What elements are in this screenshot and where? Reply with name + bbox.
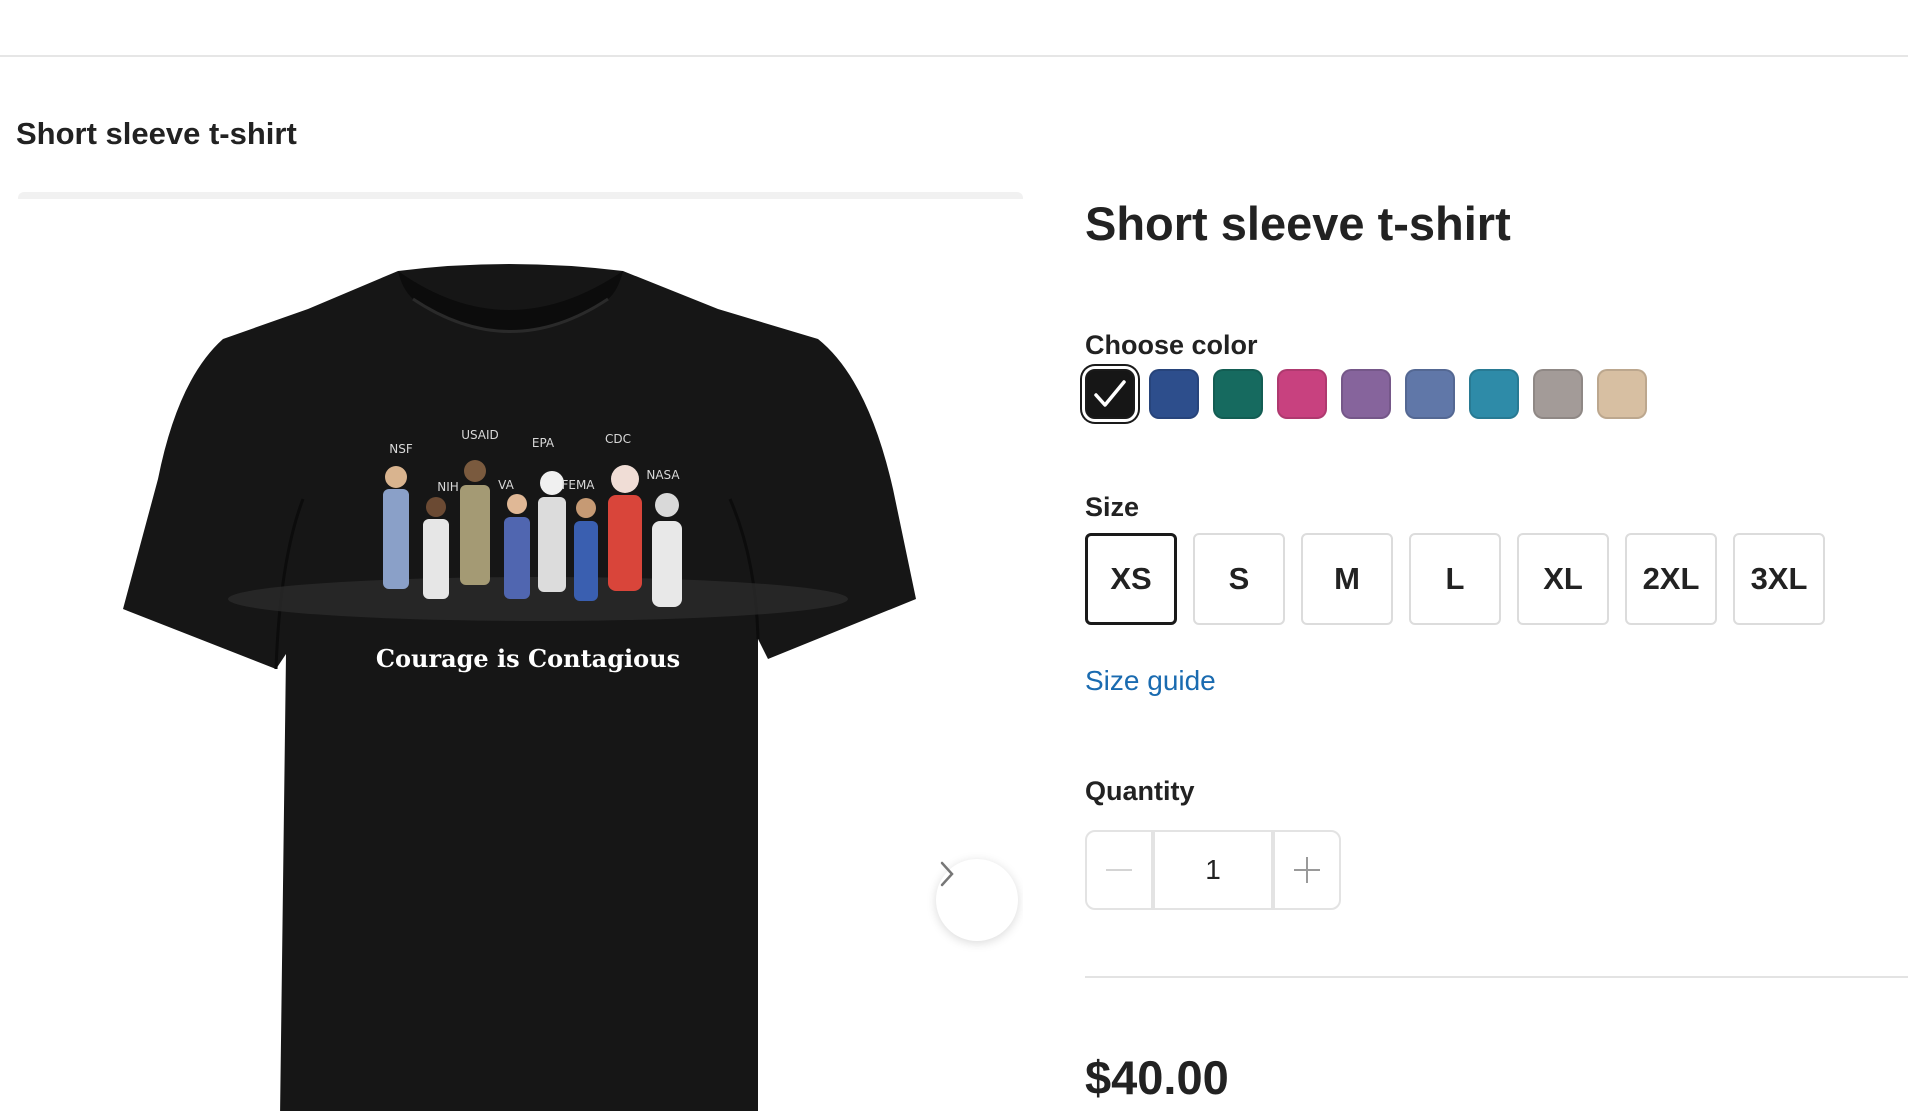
design-label-usaid: USAID xyxy=(461,428,499,442)
next-image-button[interactable] xyxy=(936,859,1018,941)
design-label-fema: FEMA xyxy=(561,478,595,492)
design-caption-text: Courage is Contagious xyxy=(376,644,680,673)
color-swatch[interactable] xyxy=(1277,369,1327,419)
section-divider xyxy=(1085,976,1908,978)
minus-icon xyxy=(1106,869,1132,871)
color-swatch[interactable] xyxy=(1341,369,1391,419)
size-option-2xl[interactable]: 2XL xyxy=(1625,533,1717,625)
top-navigation-bar xyxy=(0,0,1908,57)
design-label-va: VA xyxy=(498,478,514,492)
increase-quantity-button[interactable] xyxy=(1273,830,1341,910)
quantity-stepper: 1 xyxy=(1085,830,1341,910)
design-label-cdc: CDC xyxy=(605,432,631,446)
size-option-m[interactable]: M xyxy=(1301,533,1393,625)
decrease-quantity-button[interactable] xyxy=(1085,830,1153,910)
color-swatch[interactable] xyxy=(1149,369,1199,419)
color-swatch-list xyxy=(1085,369,1647,419)
design-label-nih: NIH xyxy=(437,480,459,494)
size-option-3xl[interactable]: 3XL xyxy=(1733,533,1825,625)
quantity-label: Quantity xyxy=(1085,776,1195,806)
color-swatch[interactable] xyxy=(1469,369,1519,419)
product-image-gallery[interactable]: NSF USAID NIH VA EPA FEMA CDC NASA Courage is C… xyxy=(18,192,1023,1111)
product-title: Short sleeve t-shirt xyxy=(1085,197,1511,250)
product-image: NSF USAID NIH VA EPA FEMA CDC NASA Courage is C… xyxy=(123,264,916,1111)
size-option-s[interactable]: S xyxy=(1193,533,1285,625)
tshirt-graphic xyxy=(123,264,916,1111)
color-swatch[interactable] xyxy=(1597,369,1647,419)
color-label: Choose color xyxy=(1085,330,1258,360)
size-label: Size xyxy=(1085,492,1140,522)
breadcrumb-title: Short sleeve t-shirt xyxy=(16,116,297,151)
color-swatch[interactable] xyxy=(1085,369,1135,419)
size-guide-link[interactable]: Size guide xyxy=(1085,665,1216,697)
color-swatch[interactable] xyxy=(1213,369,1263,419)
plus-icon xyxy=(1294,857,1320,883)
chevron-right-icon xyxy=(940,861,954,887)
color-swatch[interactable] xyxy=(1533,369,1583,419)
size-option-list: XS S M L XL 2XL 3XL xyxy=(1085,533,1825,625)
checkmark-icon xyxy=(1094,380,1126,407)
design-label-epa: EPA xyxy=(532,436,555,450)
quantity-input[interactable]: 1 xyxy=(1153,830,1273,910)
design-label-nasa: NASA xyxy=(646,468,680,482)
size-option-xs[interactable]: XS xyxy=(1085,533,1177,625)
product-price: $40.00 xyxy=(1085,1051,1229,1104)
size-option-xl[interactable]: XL xyxy=(1517,533,1609,625)
size-option-l[interactable]: L xyxy=(1409,533,1501,625)
color-swatch[interactable] xyxy=(1405,369,1455,419)
design-label-nsf: NSF xyxy=(389,442,413,456)
